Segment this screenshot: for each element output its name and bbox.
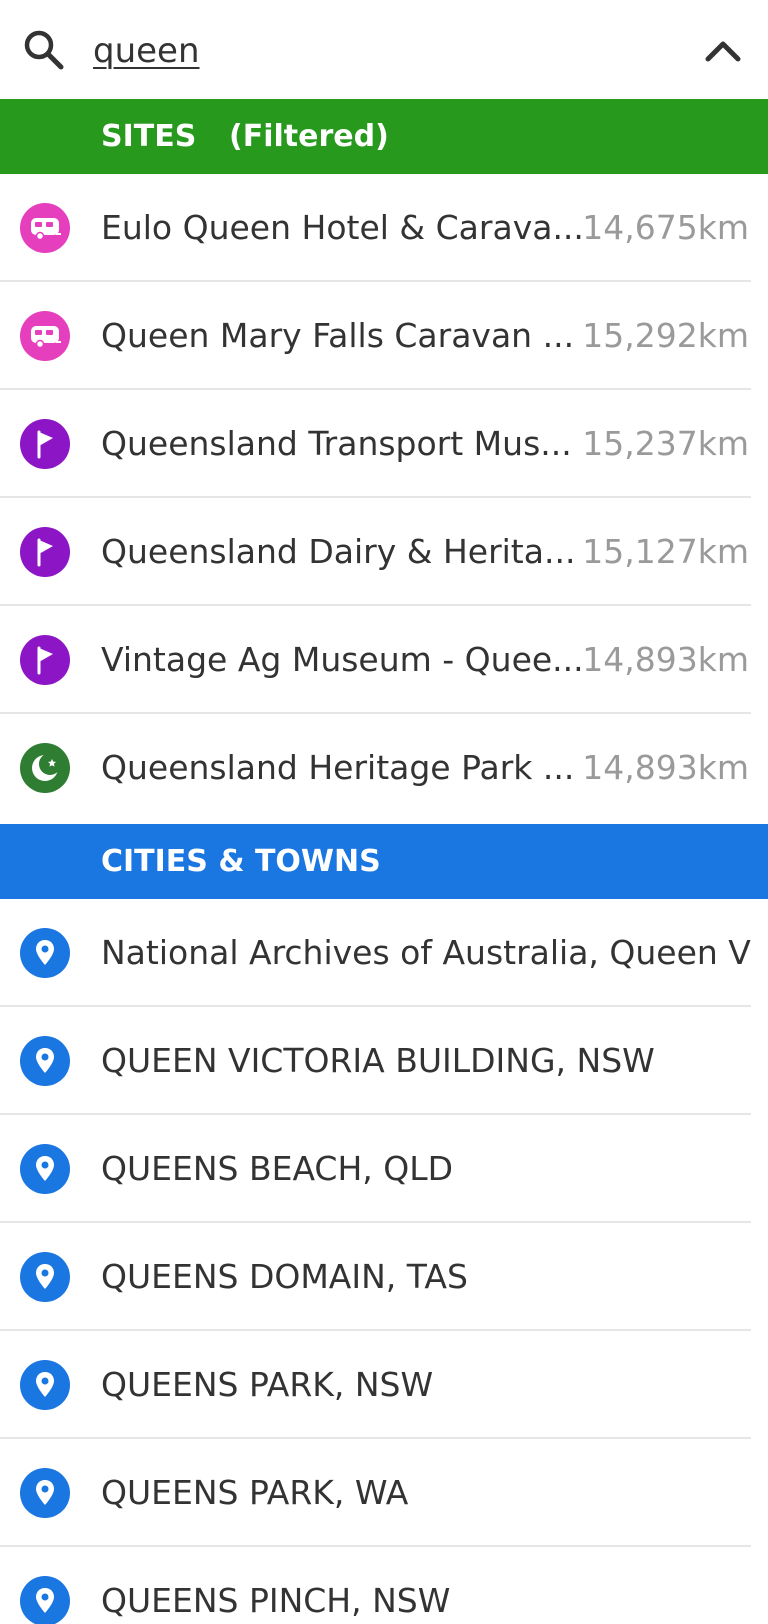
site-distance: 15,237km [582,424,749,463]
city-row[interactable]: QUEENS PARK, NSW [0,1331,768,1439]
site-distance: 14,893km [582,640,749,679]
site-row[interactable]: Vintage Ag Museum - Quee... 14,893km [0,606,768,714]
site-name: Vintage Ag Museum - Quee... [101,640,584,679]
site-distance: 14,893km [582,748,749,787]
cities-section-header: CITIES & TOWNS [0,824,768,899]
site-row[interactable]: Queensland Dairy & Herita... 15,127km [0,498,768,606]
flag-icon [20,419,70,469]
flag-icon [20,635,70,685]
location-pin-icon [20,1252,70,1302]
city-name: QUEEN VICTORIA BUILDING, NSW [101,1041,655,1080]
site-name: Queensland Dairy & Herita... [101,532,576,571]
flag-icon [20,527,70,577]
location-pin-icon [20,1468,70,1518]
city-name: QUEENS PARK, NSW [101,1365,434,1404]
site-name: Queensland Heritage Park ... [101,748,575,787]
moon-icon [20,743,70,793]
location-pin-icon [20,1036,70,1086]
sites-filter-label: (Filtered) [229,119,389,154]
location-pin-icon [20,928,70,978]
city-row[interactable]: QUEENS DOMAIN, TAS [0,1223,768,1331]
site-row[interactable]: Queensland Transport Mus... 15,237km [0,390,768,498]
site-name: Queen Mary Falls Caravan ... [101,316,575,355]
site-distance: 15,292km [582,316,749,355]
cities-section-title: CITIES & TOWNS [101,844,381,879]
search-input[interactable] [93,24,653,78]
site-row[interactable]: Queen Mary Falls Caravan ... 15,292km [0,282,768,390]
site-distance: 15,127km [582,532,749,571]
site-name: Queensland Transport Mus... [101,424,572,463]
city-name: National Archives of Australia, Queen Vi… [101,933,751,972]
caravan-icon [20,203,70,253]
search-icon[interactable] [22,28,66,72]
site-row[interactable]: Eulo Queen Hotel & Carava... 14,675km [0,174,768,282]
city-name: QUEENS BEACH, QLD [101,1149,454,1188]
city-name: QUEENS PARK, WA [101,1473,409,1512]
location-pin-icon [20,1144,70,1194]
chevron-up-icon[interactable] [700,28,746,74]
search-results-screen: SITES (Filtered) Eulo Queen Hotel & Cara… [0,0,768,1624]
location-pin-icon [20,1360,70,1410]
site-row[interactable]: Queensland Heritage Park ... 14,893km [0,714,768,822]
city-name: QUEENS PINCH, NSW [101,1581,451,1620]
city-name: QUEENS DOMAIN, TAS [101,1257,468,1296]
city-row[interactable]: National Archives of Australia, Queen Vi… [0,899,768,1007]
location-pin-icon [20,1576,70,1624]
search-bar [0,0,768,99]
city-row[interactable]: QUEENS BEACH, QLD [0,1115,768,1223]
sites-section-title: SITES [101,119,197,154]
site-name: Eulo Queen Hotel & Carava... [101,208,584,247]
caravan-icon [20,311,70,361]
city-row[interactable]: QUEEN VICTORIA BUILDING, NSW [0,1007,768,1115]
sites-section-header: SITES (Filtered) [0,99,768,174]
site-distance: 14,675km [582,208,749,247]
city-row[interactable]: QUEENS PINCH, NSW [0,1547,768,1624]
city-row[interactable]: QUEENS PARK, WA [0,1439,768,1547]
